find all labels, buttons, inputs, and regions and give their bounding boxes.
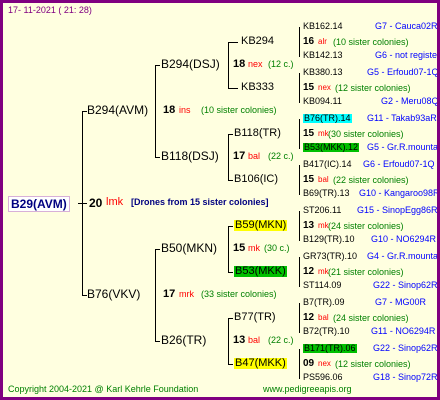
gen4-queen[interactable]: B7(TR).09 [303,298,345,307]
gen2-code: bal [248,335,261,345]
gen3-queen[interactable]: B53(MKK) [234,266,287,277]
generated-date: 17- 11-2021 ( 21: 28) [8,5,92,15]
gen4-sister-note: (21 sister colonies) [328,267,404,277]
website-link[interactable]: www.pedigreeapis.org [263,385,352,394]
gen2-queen[interactable]: B294(DSJ) [161,58,220,70]
gen1-year: 18 [163,104,176,116]
gen1-code: ins [179,105,191,115]
gen2-code: mk [248,243,260,253]
gen1-year: 17 [163,288,176,300]
gen4-ref[interactable]: G5 - Gr.R.mounta [367,143,437,152]
gen3-queen[interactable]: KB294 [241,36,274,47]
gen4-year: 12 [303,312,315,323]
gen4-queen[interactable]: B171(TR).06 [303,344,357,353]
pedigree-panel: 17- 11-2021 ( 21: 28) Copyright 2004-202… [0,0,440,400]
gen2-sister-note: (30 c.) [264,243,290,253]
gen4-ref[interactable]: G22 - Sinop62R [373,281,437,290]
gen3-queen[interactable]: B118(TR) [234,128,281,139]
gen4-queen[interactable]: B72(TR).10 [303,327,350,336]
gen4-year: 15 [303,174,315,185]
gen4-code: alr [318,37,327,46]
gen4-queen[interactable]: B76(TR).14 [303,114,352,123]
gen4-ref[interactable]: G7 - Cauca02R [375,22,437,31]
gen4-sister-note: (24 sister colonies) [333,313,409,323]
gen4-queen[interactable]: B69(TR).13 [303,189,350,198]
gen1-code: mrk [179,289,194,299]
root-code: lmk [106,196,124,208]
gen4-ref[interactable]: G10 - NO6294R [371,235,436,244]
gen4-year: 15 [303,82,315,93]
gen1-sister-note: (10 sister colonies) [201,105,277,115]
gen4-year: 12 [303,266,315,277]
gen3-queen[interactable]: B106(IC) [234,174,278,185]
gen2-year: 13 [233,334,246,346]
gen4-ref[interactable]: G6 - Erfoud07-1Q [363,160,435,169]
gen2-code: bal [248,151,261,161]
gen4-ref[interactable]: G7 - MG00R [375,298,426,307]
gen2-queen[interactable]: B118(DSJ) [161,150,219,162]
root-queen[interactable]: B29(AVM) [8,196,70,212]
gen4-ref[interactable]: G10 - Kangaroo98R [359,189,437,198]
gen2-queen[interactable]: B26(TR) [161,334,206,346]
gen4-queen[interactable]: KB380.13 [303,68,343,77]
gen4-code: nex [318,83,331,92]
gen4-sister-note: (22 sister colonies) [333,175,409,185]
gen2-year: 15 [233,242,246,254]
gen4-queen[interactable]: B129(TR).10 [303,235,355,244]
gen1-sister-note: (33 sister colonies) [201,289,277,299]
gen4-year: 16 [303,36,315,47]
gen2-sister-note: (22 c.) [268,151,294,161]
gen4-queen[interactable]: ST206.11 [303,206,341,215]
gen4-year: 09 [303,358,315,369]
gen4-queen[interactable]: B53(MKK).12 [303,143,360,152]
gen3-queen[interactable]: B59(MKN) [234,220,288,231]
gen1-queen[interactable]: B294(AVM) [87,104,148,116]
gen4-year: 15 [303,128,315,139]
gen2-year: 18 [233,58,246,70]
gen4-ref[interactable]: G11 - NO6294R [371,327,435,336]
gen4-ref[interactable]: G5 - Erfoud07-1Q [367,68,437,77]
gen4-ref[interactable]: G22 - Sinop62R [373,344,437,353]
gen4-queen[interactable]: PS596.06 [303,373,343,382]
gen3-queen[interactable]: B77(TR) [234,312,276,323]
root-drones-note: [Drones from 15 sister colonies] [131,197,269,207]
gen3-queen[interactable]: B47(MKK) [234,358,287,369]
gen1-queen[interactable]: B76(VKV) [87,288,140,300]
gen2-queen[interactable]: B50(MKN) [161,242,217,254]
gen2-sister-note: (12 c.) [268,59,294,69]
gen4-sister-note: (12 sister colonies) [335,83,411,93]
gen4-queen[interactable]: ST114.09 [303,281,341,290]
gen2-sister-note: (22 c.) [268,335,294,345]
gen4-year: 13 [303,220,315,231]
gen4-queen[interactable]: KB142.13 [303,51,343,60]
gen4-ref[interactable]: G6 - not registe [375,51,437,60]
gen4-sister-note: (12 sister colonies) [335,359,411,369]
gen3-queen[interactable]: KB333 [241,82,274,93]
gen4-ref[interactable]: G4 - Gr.R.mounta [367,252,437,261]
gen4-sister-note: (30 sister colonies) [328,129,404,139]
root-year: 20 [89,196,103,210]
gen4-ref[interactable]: G2 - Meru08Q [381,97,437,106]
gen4-queen[interactable]: KB094.11 [303,97,342,106]
gen4-code: bal [318,313,329,322]
gen4-queen[interactable]: GR73(TR).10 [303,252,357,261]
gen4-ref[interactable]: G15 - SinopEgg86R [357,206,437,215]
gen4-code: bal [318,175,329,184]
gen4-ref[interactable]: G18 - Sinop72R [373,373,437,382]
gen4-queen[interactable]: B417(IC).14 [303,160,352,169]
gen4-sister-note: (24 sister colonies) [328,221,404,231]
gen4-queen[interactable]: KB162.14 [303,22,343,31]
gen4-ref[interactable]: G11 - Takab93aR [367,114,437,123]
gen2-code: nex [248,59,263,69]
copyright: Copyright 2004-2021 @ Karl Kehrle Founda… [8,384,199,394]
gen4-code: nex [318,359,331,368]
gen4-sister-note: (10 sister colonies) [333,37,409,47]
gen2-year: 17 [233,150,246,162]
